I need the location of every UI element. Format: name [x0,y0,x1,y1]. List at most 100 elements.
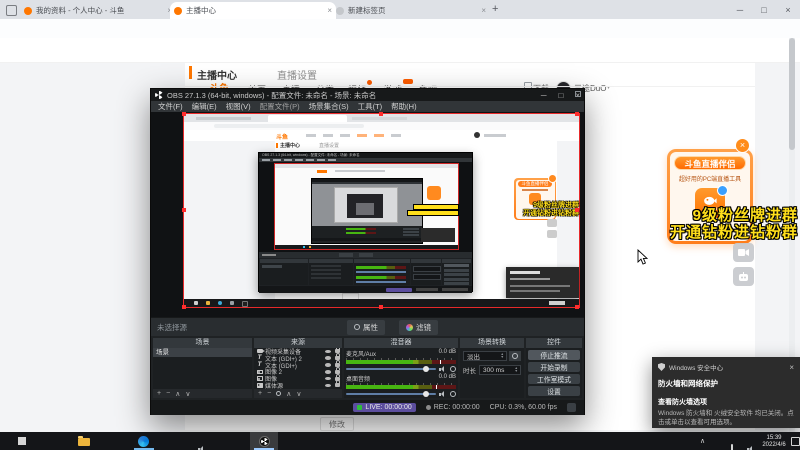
windows-security-toast[interactable]: Windows 安全中心 × 防火墙和网络保护 查看防火墙选项 Windows … [652,357,800,428]
action-center-icon[interactable] [791,437,800,446]
mini-fab [547,230,557,238]
selection-handle[interactable] [182,208,186,212]
obs-titlebar[interactable]: OBS 27.1.3 (64-bit, windows) - 配置文件: 未命名… [151,89,584,101]
filters-button[interactable]: 滤镜 [399,319,438,335]
selection-handle[interactable] [575,208,579,212]
visibility-eye-icon[interactable] [325,356,331,360]
visibility-eye-icon[interactable] [325,376,331,381]
volume-slider[interactable] [346,366,436,372]
scene-item[interactable]: 场景 [153,348,252,357]
obs-preview-canvas[interactable]: 斗鱼 主播中心 直播设置 OBS 27.1.3 (64-bit, windows… [151,112,584,317]
file-explorer-icon[interactable] [78,436,90,446]
page-scrollbar-thumb[interactable] [789,38,795,150]
selection-handle[interactable] [575,112,579,116]
page-tab-anchor-center[interactable]: 主播中心 [197,67,237,82]
edge-browser-icon[interactable] [138,435,149,447]
scene-down-icon[interactable]: ∨ [185,390,190,398]
remove-scene-icon[interactable]: − [166,390,170,397]
source-up-icon[interactable]: ∧ [286,390,291,398]
visibility-eye-icon[interactable] [325,363,331,367]
volume-slider-handle[interactable] [422,391,429,397]
mini-obs-window: OBS 27.1.3 (64-bit, windows) - 配置文件: 未命名… [258,152,473,293]
window-close-button[interactable]: × [776,0,800,19]
volume-slider-handle[interactable] [422,366,429,372]
source-row[interactable]: 媒体源 [254,380,342,390]
window-minimize-button[interactable]: ─ [728,0,752,19]
new-tab-button[interactable]: + [492,3,498,15]
toast-action-link[interactable]: 查看防火墙选项 [658,397,794,407]
properties-button[interactable]: 属性 [347,319,385,335]
modify-button[interactable]: 修改 [320,417,354,431]
scenes-dock-title[interactable]: 场景 [153,338,252,348]
window-maximize-button[interactable]: □ [752,0,776,19]
browser-tab-2-active[interactable]: 主播中心 × [170,2,336,19]
taskbar-clock[interactable]: 15:39 2022/4/6 [758,435,790,450]
transitions-dock-title[interactable]: 场景转换 [460,338,524,348]
obs-menubar: 文件(F) 编辑(E) 视图(V) 配置文件(P) 场景集合(S) 工具(T) … [151,101,584,112]
selection-handle[interactable] [182,112,186,116]
studio-mode-button[interactable]: 工作室模式 [528,374,580,384]
start-button[interactable] [18,437,26,445]
visibility-eye-icon[interactable] [325,370,331,374]
visibility-eye-icon[interactable] [325,383,331,388]
source-settings-gear-icon[interactable] [276,391,282,396]
obs-minimize-button[interactable]: ─ [541,91,547,100]
mini-username [484,134,506,137]
transition-settings-button[interactable] [509,351,521,361]
obs-menu-scene-collection[interactable]: 场景集合(S) [309,101,349,112]
visibility-eye-icon[interactable] [325,349,331,354]
mini3-button [403,231,419,233]
tray-chat-icon[interactable] [731,444,733,450]
properties-label: 属性 [363,322,378,332]
robot-icon [739,271,748,281]
obs-logo-icon [155,91,163,99]
transition-select[interactable]: 淡出 ▲ ▼ [463,351,507,361]
selection-handle[interactable] [575,305,579,309]
sources-dock-title[interactable]: 来源 [254,338,342,348]
selection-handle[interactable] [379,112,383,116]
obs-preview-capture-level1: 斗鱼 主播中心 直播设置 OBS 27.1.3 (64-bit, windows… [183,113,580,308]
duration-spinbox[interactable]: 300 ms ▲ ▼ [479,365,521,375]
selection-handle[interactable] [379,305,383,309]
volume-slider[interactable] [346,391,436,397]
obs-menu-view[interactable]: 视图(V) [226,101,251,112]
obs-maximize-button[interactable]: □ [558,91,563,100]
float-assistant-button[interactable] [733,267,754,286]
page-tab-live-settings[interactable]: 直播设置 [277,67,317,82]
browser-tab-1[interactable]: 我的资料 - 个人中心 - 斗鱼 × [20,2,176,19]
mixer-dock-title[interactable]: 混音器 [344,338,458,348]
toast-close-icon[interactable]: × [789,363,794,372]
obs-menu-help[interactable]: 帮助(H) [391,101,416,112]
obs-menu-file[interactable]: 文件(F) [158,101,183,112]
speaker-icon[interactable] [439,366,447,372]
lock-icon[interactable] [335,380,341,388]
mixer-body: 麦克风/Aux 0.0 dB 桌面音频 0.0 dB [344,348,458,398]
tab-close-icon[interactable]: × [481,6,486,15]
browser-tab-3[interactable]: 新建标签页 × [332,2,490,19]
scene-up-icon[interactable]: ∧ [175,390,180,398]
tray-chevron-up-icon[interactable]: ∧ [700,437,705,445]
start-recording-button[interactable]: 开始录制 [528,362,580,372]
float-video-button[interactable] [733,243,754,262]
source-down-icon[interactable]: ∨ [296,390,301,398]
obs-menu-tools[interactable]: 工具(T) [358,101,383,112]
selection-handle[interactable] [182,305,186,309]
settings-button[interactable]: 设置 [528,386,580,396]
mini-url-pill [214,124,364,128]
add-scene-icon[interactable]: + [157,390,161,397]
mixer-db-value: 0.0 dB [438,374,456,380]
add-source-icon[interactable]: + [258,390,262,397]
remove-source-icon[interactable]: − [267,390,271,397]
obs-menu-profile[interactable]: 配置文件(P) [260,101,300,112]
mini3-taskbar [275,245,458,249]
obs-preview-capture-level2 [274,163,459,250]
speaker-icon[interactable] [439,391,447,397]
clock-date: 2022/4/6 [762,442,786,449]
channel-settings-gear-icon[interactable] [450,391,456,397]
tab-search-icon[interactable] [6,5,17,16]
obs-menu-edit[interactable]: 编辑(E) [192,101,217,112]
channel-settings-gear-icon[interactable] [450,366,456,372]
stop-streaming-button[interactable]: 停止推流 [528,350,580,360]
controls-dock-title[interactable]: 控件 [526,338,582,348]
promo-close-button[interactable]: × [735,138,750,153]
